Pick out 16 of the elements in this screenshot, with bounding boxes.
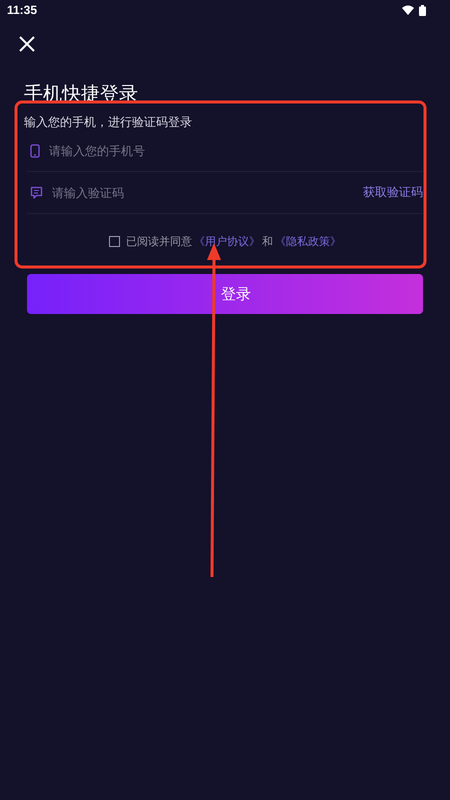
battery-icon: [419, 4, 426, 16]
login-button[interactable]: 登录: [27, 274, 423, 314]
agreement-text: 已阅读并同意: [126, 234, 192, 249]
agreement-joiner: 和: [262, 234, 273, 249]
message-icon: [30, 186, 43, 199]
code-field[interactable]: 请输入验证码: [52, 186, 354, 200]
wifi-icon: [402, 5, 414, 15]
privacy-policy-link[interactable]: 《隐私政策》: [275, 234, 341, 249]
agreement-checkbox[interactable]: [109, 236, 120, 247]
user-agreement-link[interactable]: 《用户协议》: [194, 234, 260, 249]
get-code-link[interactable]: 获取验证码: [363, 184, 423, 201]
close-button[interactable]: [17, 34, 37, 54]
phone-icon: [30, 144, 40, 158]
status-time: 11:35: [7, 3, 38, 17]
subtitle: 输入您的手机，进行验证码登录: [24, 114, 193, 130]
phone-field[interactable]: 请输入您的手机号: [49, 144, 423, 158]
